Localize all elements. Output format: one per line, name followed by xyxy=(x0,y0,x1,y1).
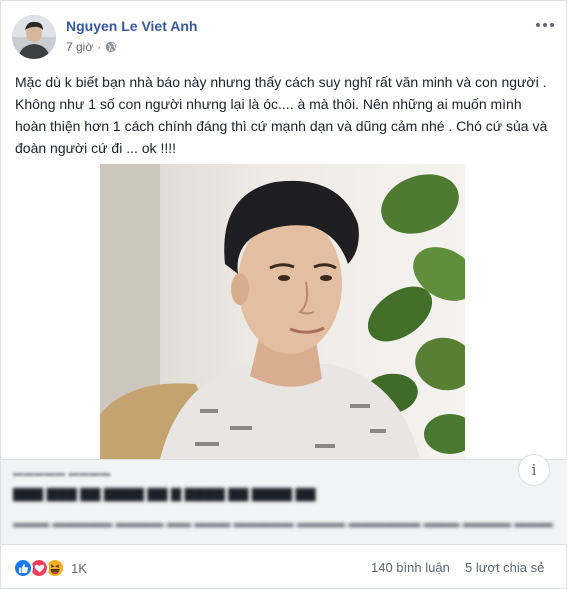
post-header: Nguyen Le Viet Anh 7 giờ · xyxy=(12,13,557,61)
post-meta: 7 giờ · xyxy=(66,40,117,54)
info-icon[interactable]: i xyxy=(518,454,550,486)
more-dot-icon xyxy=(550,23,554,27)
author-name[interactable]: Nguyen Le Viet Anh xyxy=(66,18,197,34)
comments-count-link[interactable]: 140 bình luận xyxy=(371,560,450,575)
author-avatar[interactable] xyxy=(12,15,56,59)
post-time[interactable]: 7 giờ xyxy=(66,40,93,54)
link-preview-title[interactable]: ▇▇▇ ▇▇▇ ▇▇ ▇▇▇▇ ▇▇ ▇ ▇▇▇▇ ▇▇ ▇▇▇▇ ▇▇ xyxy=(13,486,315,502)
more-dot-icon xyxy=(543,23,547,27)
reaction-count: 1K xyxy=(71,560,87,576)
link-preview-domain: ▬▬▬▬▬ ▬▬▬▬ xyxy=(13,468,111,479)
post-photo[interactable] xyxy=(100,164,465,459)
link-preview-description: ▬▬▬ ▬▬▬▬▬ ▬▬▬▬ ▬▬ ▬▬▬ ▬▬▬▬▬ ▬▬▬▬ ▬▬▬▬▬▬ … xyxy=(13,516,553,530)
like-icon xyxy=(13,558,33,578)
post-options-button[interactable] xyxy=(533,15,557,35)
globe-icon[interactable] xyxy=(105,41,117,53)
link-preview[interactable]: ▬▬▬▬▬ ▬▬▬▬ ▇▇▇ ▇▇▇ ▇▇ ▇▇▇▇ ▇▇ ▇ ▇▇▇▇ ▇▇ … xyxy=(1,454,567,545)
post-footer: 1K 140 bình luận 5 lượt chia sẻ xyxy=(1,549,567,589)
shares-count-link[interactable]: 5 lượt chia sẻ xyxy=(465,560,544,575)
post-message: Mặc dù k biết bạn nhà báo này nhưng thấy… xyxy=(15,74,548,156)
more-dot-icon xyxy=(536,23,540,27)
reactions-summary[interactable]: 1K xyxy=(13,558,87,578)
post-card: Nguyen Le Viet Anh 7 giờ · Mặc dù k biết… xyxy=(0,0,567,589)
